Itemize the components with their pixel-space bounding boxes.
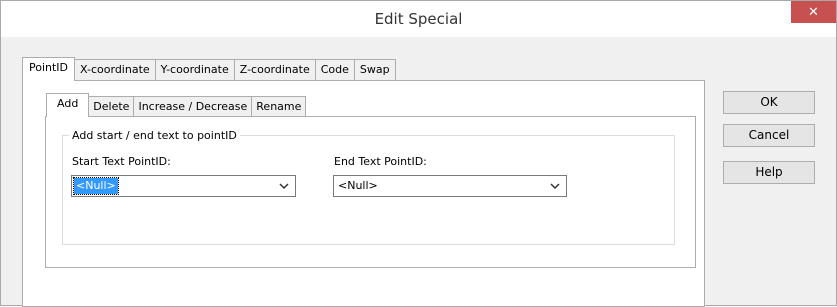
close-icon: ✕ [808, 4, 819, 20]
chevron-down-icon [550, 183, 560, 190]
window-title: Edit Special [374, 10, 463, 28]
tab-code[interactable]: Code [314, 59, 355, 80]
dialog-content: PointID X-coordinate Y-coordinate Z-coor… [1, 37, 836, 307]
tab-add[interactable]: Add [46, 93, 90, 117]
pointid-tab-panel: Add Delete Increase / Decrease Rename Ad… [22, 80, 705, 307]
edit-special-dialog: Edit Special ✕ PointID X-coordinate Y-co… [0, 0, 837, 307]
cancel-button[interactable]: Cancel [723, 124, 815, 147]
inner-tab-strip: Add Delete Increase / Decrease Rename [46, 93, 307, 117]
end-text-value: <Null> [338, 179, 378, 192]
tab-swap[interactable]: Swap [353, 59, 396, 80]
add-tab-panel: Add start / end text to pointID Start Te… [45, 116, 696, 268]
start-text-dropdown[interactable]: <Null> [71, 175, 296, 197]
help-button[interactable]: Help [723, 161, 815, 184]
tab-delete[interactable]: Delete [88, 96, 135, 116]
tab-rename[interactable]: Rename [251, 96, 307, 116]
tab-increase-decrease[interactable]: Increase / Decrease [133, 96, 253, 116]
start-text-label: Start Text PointID: [72, 155, 171, 168]
close-button[interactable]: ✕ [791, 1, 836, 23]
group-legend: Add start / end text to pointID [72, 129, 237, 142]
chevron-down-icon [279, 183, 289, 190]
tab-z-coordinate[interactable]: Z-coordinate [233, 59, 316, 80]
outer-tab-strip: PointID X-coordinate Y-coordinate Z-coor… [22, 57, 396, 81]
tab-y-coordinate[interactable]: Y-coordinate [154, 59, 235, 80]
title-bar: Edit Special ✕ [1, 1, 836, 37]
end-text-label: End Text PointID: [334, 155, 427, 168]
ok-button[interactable]: OK [723, 91, 815, 114]
end-text-dropdown[interactable]: <Null> [333, 175, 567, 197]
start-text-value: <Null> [73, 177, 119, 195]
tab-pointid[interactable]: PointID [22, 57, 76, 81]
add-text-group: Add start / end text to pointID Start Te… [62, 129, 675, 245]
tab-x-coordinate[interactable]: X-coordinate [74, 59, 156, 80]
